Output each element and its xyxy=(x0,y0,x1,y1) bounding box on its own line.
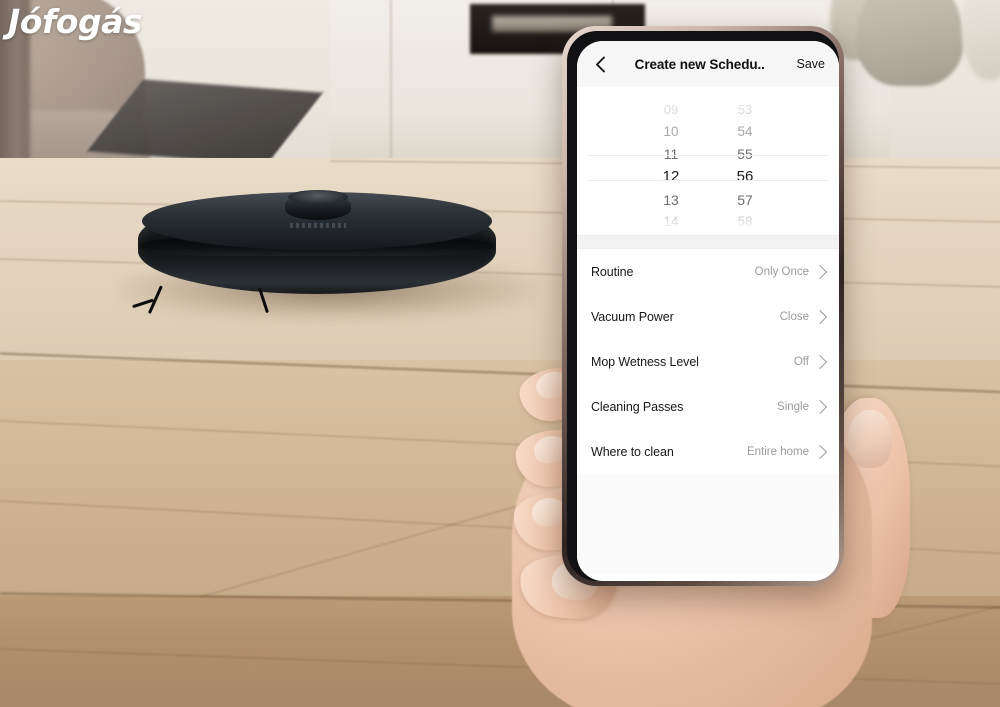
picker-minute-item[interactable]: 55 xyxy=(726,143,764,165)
picker-minute-item[interactable]: 53 xyxy=(726,99,764,121)
robot-vacuum-vents xyxy=(290,223,346,228)
hour-wheel[interactable]: 08 09 10 11 12 13 14 15 16 xyxy=(652,87,690,235)
chevron-right-icon xyxy=(812,309,828,324)
thumb-nail xyxy=(848,410,892,468)
time-picker[interactable]: 08 09 10 11 12 13 14 15 16 52 53 xyxy=(577,87,839,235)
settings-row-value: Entire home xyxy=(746,445,809,458)
picker-selection-line-bottom xyxy=(587,180,829,181)
save-button[interactable]: Save xyxy=(791,57,826,71)
settings-row-label: Cleaning Passes xyxy=(591,399,684,414)
section-divider xyxy=(577,235,839,249)
settings-row-where-to-clean[interactable]: Where to clean Entire home xyxy=(577,429,839,474)
settings-row-value: Close xyxy=(779,310,809,323)
picker-minute-item[interactable]: 58 xyxy=(726,211,764,233)
settings-row-label: Where to clean xyxy=(591,444,674,459)
picker-hour-item[interactable]: 15 xyxy=(652,233,690,235)
picker-hour-item[interactable]: 09 xyxy=(652,99,690,121)
page-title: Create new Schedu.. xyxy=(634,56,765,72)
phone-bezel: Create new Schedu.. Save 08 09 10 11 12 … xyxy=(567,31,839,581)
settings-row-mop-wetness-level[interactable]: Mop Wetness Level Off xyxy=(577,339,839,384)
picker-minute-selected[interactable]: 56 xyxy=(726,165,764,189)
settings-row-label: Routine xyxy=(591,264,634,279)
chevron-right-icon xyxy=(812,264,828,279)
settings-row-label: Vacuum Power xyxy=(591,309,674,324)
settings-list: Routine Only Once Vacuum Power Close Mop… xyxy=(577,249,839,574)
phone-screen: Create new Schedu.. Save 08 09 10 11 12 … xyxy=(577,41,839,581)
watermark-logo: Jófogás xyxy=(8,2,143,41)
chevron-left-icon[interactable] xyxy=(591,55,609,73)
settings-row-value: Single xyxy=(777,400,809,413)
screenshot-scene: Jófogás Create new Schedu.. Save 08 09 1… xyxy=(0,0,1000,707)
picker-selection-line-top xyxy=(587,155,829,156)
picker-hour-selected[interactable]: 12 xyxy=(652,165,690,189)
phone-device: Create new Schedu.. Save 08 09 10 11 12 … xyxy=(562,26,844,586)
picker-minute-item[interactable]: 52 xyxy=(726,87,764,99)
picker-minute-item[interactable]: 59 xyxy=(726,233,764,235)
robot-vacuum-lidar-top xyxy=(288,190,348,204)
settings-row-value: Only Once xyxy=(754,265,809,278)
picker-hour-item[interactable]: 10 xyxy=(652,121,690,143)
picker-minute-item[interactable]: 54 xyxy=(726,121,764,143)
cabinet-seam xyxy=(390,0,392,160)
picker-hour-item[interactable]: 14 xyxy=(652,211,690,233)
chevron-right-icon xyxy=(812,354,828,369)
picker-hour-item[interactable]: 13 xyxy=(652,189,690,211)
settings-row-cleaning-passes[interactable]: Cleaning Passes Single xyxy=(577,384,839,429)
settings-row-value: Off xyxy=(793,355,809,368)
list-empty-area xyxy=(577,474,839,574)
picker-hour-item[interactable]: 11 xyxy=(652,143,690,165)
chevron-right-icon xyxy=(812,399,828,414)
picker-hour-item[interactable]: 08 xyxy=(652,87,690,99)
settings-row-label: Mop Wetness Level xyxy=(591,354,699,369)
minute-wheel[interactable]: 52 53 54 55 56 57 58 59 60 xyxy=(726,87,764,235)
settings-row-vacuum-power[interactable]: Vacuum Power Close xyxy=(577,294,839,339)
background-vase xyxy=(856,0,964,86)
app-header: Create new Schedu.. Save xyxy=(577,41,839,87)
picker-minute-item[interactable]: 57 xyxy=(726,189,764,211)
settings-row-routine[interactable]: Routine Only Once xyxy=(577,249,839,294)
chevron-right-icon xyxy=(812,444,828,459)
